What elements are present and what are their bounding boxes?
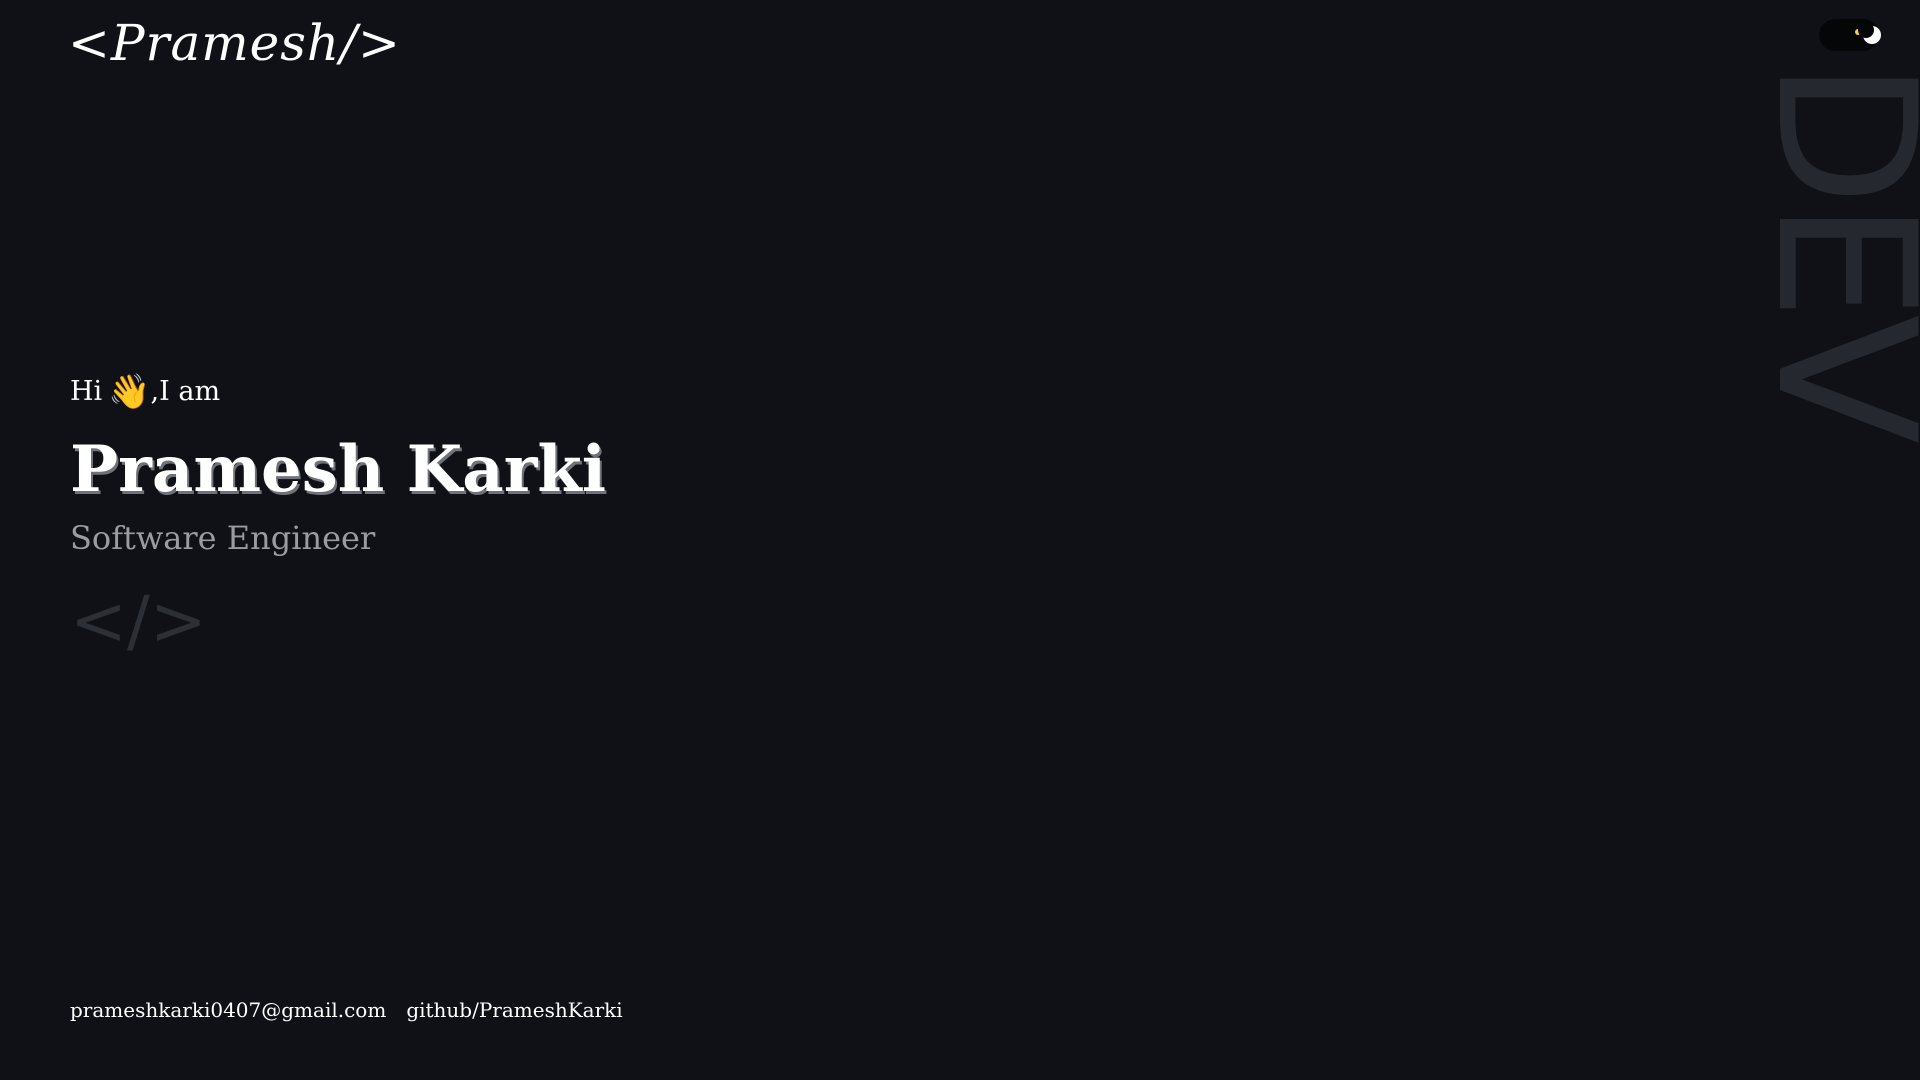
- github-link[interactable]: github/PrameshKarki: [406, 998, 622, 1022]
- hero-role: Software Engineer: [70, 519, 376, 557]
- side-dev-text: DEV: [1735, 60, 1920, 439]
- hero-name: Pramesh Karki: [70, 432, 607, 507]
- greeting-suffix: ,I am: [150, 376, 221, 407]
- site-logo[interactable]: <Pramesh/>: [68, 14, 401, 72]
- greeting-prefix: Hi: [70, 376, 103, 407]
- code-icon: </>: [70, 582, 207, 661]
- waving-hand-icon: 👋: [108, 372, 151, 412]
- footer-links: prameshkarki0407@gmail.com github/Prames…: [70, 998, 623, 1022]
- moon-icon: [1858, 22, 1881, 44]
- greeting: Hi 👋 ,I am: [70, 370, 606, 414]
- email-link[interactable]: prameshkarki0407@gmail.com: [70, 998, 386, 1022]
- hero-section: Hi 👋 ,I am Pramesh Karki Software Engine…: [70, 370, 606, 662]
- theme-toggle[interactable]: [1819, 19, 1881, 51]
